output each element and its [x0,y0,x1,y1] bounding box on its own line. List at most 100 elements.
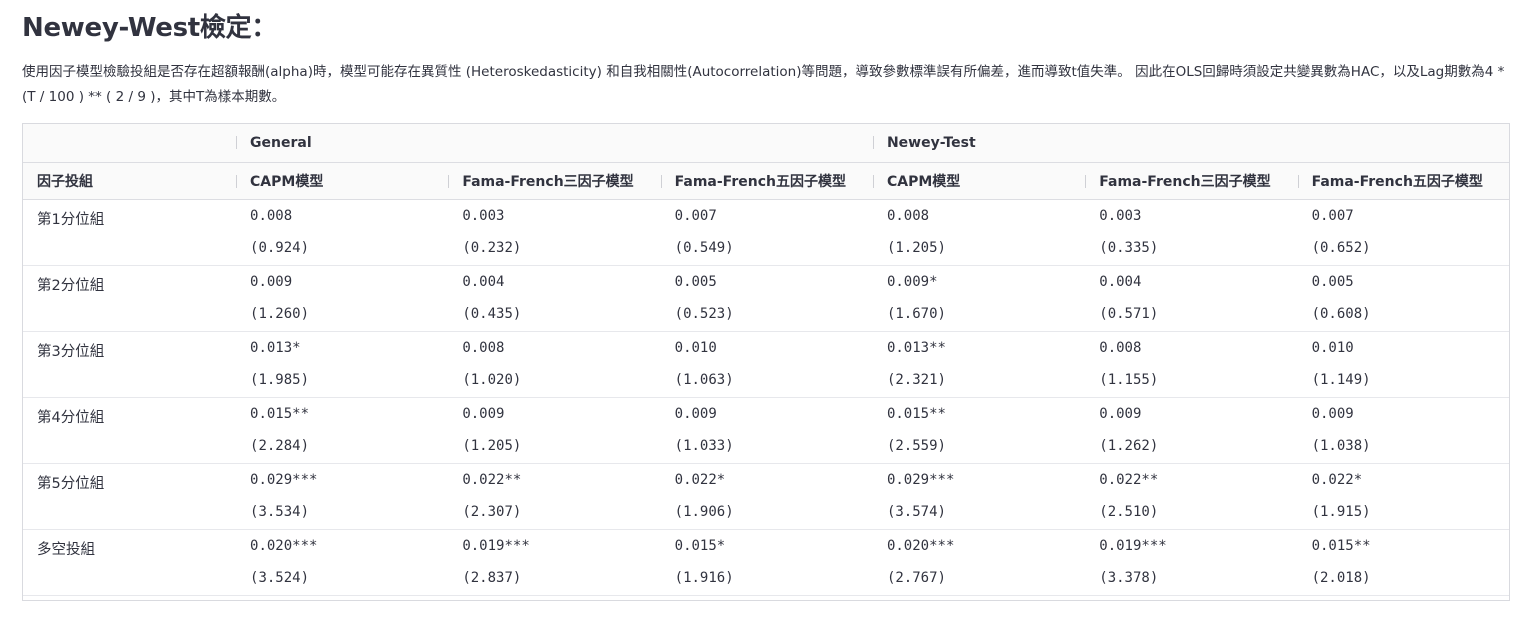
coefficient-value: 0.015** [250,406,310,422]
t-statistic-value: (0.335) [1099,240,1159,256]
t-statistic-value: (1.063) [674,372,734,388]
coefficient-value: 0.009 [1099,406,1142,422]
t-statistic-value: (3.524) [250,570,310,586]
coefficient-value: 0.015* [674,538,726,554]
coefficient-value: 0.009* [886,274,938,290]
t-statistic-value: (0.924) [250,240,310,256]
coefficient-value: 0.019*** [462,538,530,554]
coefficient-value: 0.019*** [1099,538,1167,554]
coefficient-value: 0.009 [462,406,505,422]
column-header-general-capm[interactable]: CAPM模型 [236,162,449,200]
table-cell: 0.029*** (3.574) [872,463,1086,530]
t-statistic-value: (2.510) [1099,504,1159,520]
t-statistic-value: (0.523) [674,306,734,322]
table-cell: 0.008 (1.020) [448,331,661,398]
table-row: 第1分位組 0.008 (0.924) 0.003 (0.232) 0.007 (0.549… [23,199,1509,266]
group-header-empty [23,124,237,163]
coefficient-value: 0.015** [1311,538,1371,554]
table-body: 第1分位組 0.008 (0.924) 0.003 (0.232) 0.007 (0.549… [23,199,1509,596]
coefficient-value: 0.005 [674,274,717,290]
column-header-general-ff5[interactable]: Fama-French五因子模型 [660,162,873,200]
t-statistic-value: (1.020) [462,372,522,388]
row-label: 多空投組 [23,529,237,596]
column-header-portfolio[interactable]: 因子投組 [23,162,237,200]
coefficient-value: 0.009 [250,274,293,290]
coefficient-value: 0.008 [1099,340,1142,356]
table-row: 第3分位組 0.013* (1.985) 0.008 (1.020) 0.010 (1.06… [23,331,1509,398]
row-label: 第4分位組 [23,397,237,464]
column-header-general-ff3[interactable]: Fama-French三因子模型 [448,162,661,200]
t-statistic-value: (1.985) [250,372,310,388]
coefficient-value: 0.003 [462,208,505,224]
coefficient-value: 0.020*** [250,538,318,554]
coefficient-value: 0.008 [462,340,505,356]
coefficient-value: 0.003 [1099,208,1142,224]
t-statistic-value: (1.155) [1099,372,1159,388]
results-table-container[interactable]: General Newey-Test 因子投組 CAPM模型 Fama-Fren… [22,123,1510,601]
table-cell: 0.010 (1.063) [660,331,873,398]
group-header-newey-test[interactable]: Newey-Test [872,124,1509,163]
t-statistic-value: (1.038) [1311,438,1371,454]
t-statistic-value: (3.574) [886,504,946,520]
t-statistic-value: (0.435) [462,306,522,322]
table-cell: 0.022** (2.307) [448,463,661,530]
coefficient-value: 0.013* [250,340,301,356]
column-header-newey-ff3[interactable]: Fama-French三因子模型 [1085,162,1298,200]
column-header-row: 因子投組 CAPM模型 Fama-French三因子模型 Fama-French… [23,162,1509,200]
coefficient-value: 0.005 [1311,274,1354,290]
column-header-newey-capm[interactable]: CAPM模型 [872,162,1086,200]
table-cell: 0.015** (2.559) [872,397,1086,464]
table-cell: 0.007 (0.652) [1297,199,1509,266]
coefficient-value: 0.029*** [250,472,318,488]
table-cell: 0.003 (0.335) [1085,199,1298,266]
coefficient-value: 0.020*** [886,538,955,554]
table-cell: 0.009 (1.033) [660,397,873,464]
t-statistic-value: (2.837) [462,570,522,586]
coefficient-value: 0.010 [1311,340,1354,356]
table-cell: 0.022** (2.510) [1085,463,1298,530]
table-cell: 0.020*** (2.767) [872,529,1086,596]
t-statistic-value: (2.284) [250,438,310,454]
t-statistic-value: (2.307) [462,504,522,520]
table-cell: 0.022* (1.906) [660,463,873,530]
t-statistic-value: (1.033) [674,438,734,454]
group-header-row: General Newey-Test [23,124,1509,163]
t-statistic-value: (1.670) [886,306,946,322]
coefficient-value: 0.022* [674,472,726,488]
table-cell: 0.009 (1.262) [1085,397,1298,464]
coefficient-value: 0.022* [1311,472,1363,488]
description-text: 使用因子模型檢驗投組是否存在超額報酬(alpha)時，模型可能存在異質性 (He… [22,64,1505,105]
t-statistic-value: (1.260) [250,306,310,322]
table-row: 第4分位組 0.015** (2.284) 0.009 (1.205) 0.009 (1.0… [23,397,1509,464]
table-cell: 0.015** (2.284) [236,397,449,464]
table-cell: 0.005 (0.523) [660,265,873,332]
coefficient-value: 0.013** [886,340,946,356]
coefficient-value: 0.009 [1311,406,1354,422]
table-cell: 0.013** (2.321) [872,331,1086,398]
column-header-newey-ff5[interactable]: Fama-French五因子模型 [1297,162,1509,200]
t-statistic-value: (3.534) [250,504,310,520]
table-cell: 0.009* (1.670) [872,265,1086,332]
table-cell: 0.005 (0.608) [1297,265,1509,332]
table-cell: 0.015* (1.916) [660,529,873,596]
table-cell: 0.007 (0.549) [660,199,873,266]
t-statistic-value: (0.652) [1311,240,1371,256]
coefficient-value: 0.008 [886,208,930,224]
coefficient-value: 0.007 [674,208,717,224]
coefficient-value: 0.008 [250,208,293,224]
t-statistic-value: (2.321) [886,372,946,388]
coefficient-value: 0.029*** [886,472,955,488]
row-label: 第5分位組 [23,463,237,530]
coefficient-value: 0.015** [886,406,946,422]
results-table: General Newey-Test 因子投組 CAPM模型 Fama-Fren… [23,124,1509,596]
t-statistic-value: (1.149) [1311,372,1371,388]
t-statistic-value: (0.232) [462,240,522,256]
table-cell: 0.009 (1.260) [236,265,449,332]
table-cell: 0.019*** (3.378) [1085,529,1298,596]
page-title: Newey-West檢定： [22,13,278,43]
table-row: 第5分位組 0.029*** (3.534) 0.022** (2.307) 0.022*… [23,463,1509,530]
t-statistic-value: (0.608) [1311,306,1371,322]
group-header-general[interactable]: General [236,124,873,163]
t-statistic-value: (2.559) [886,438,946,454]
table-cell: 0.020*** (3.524) [236,529,449,596]
